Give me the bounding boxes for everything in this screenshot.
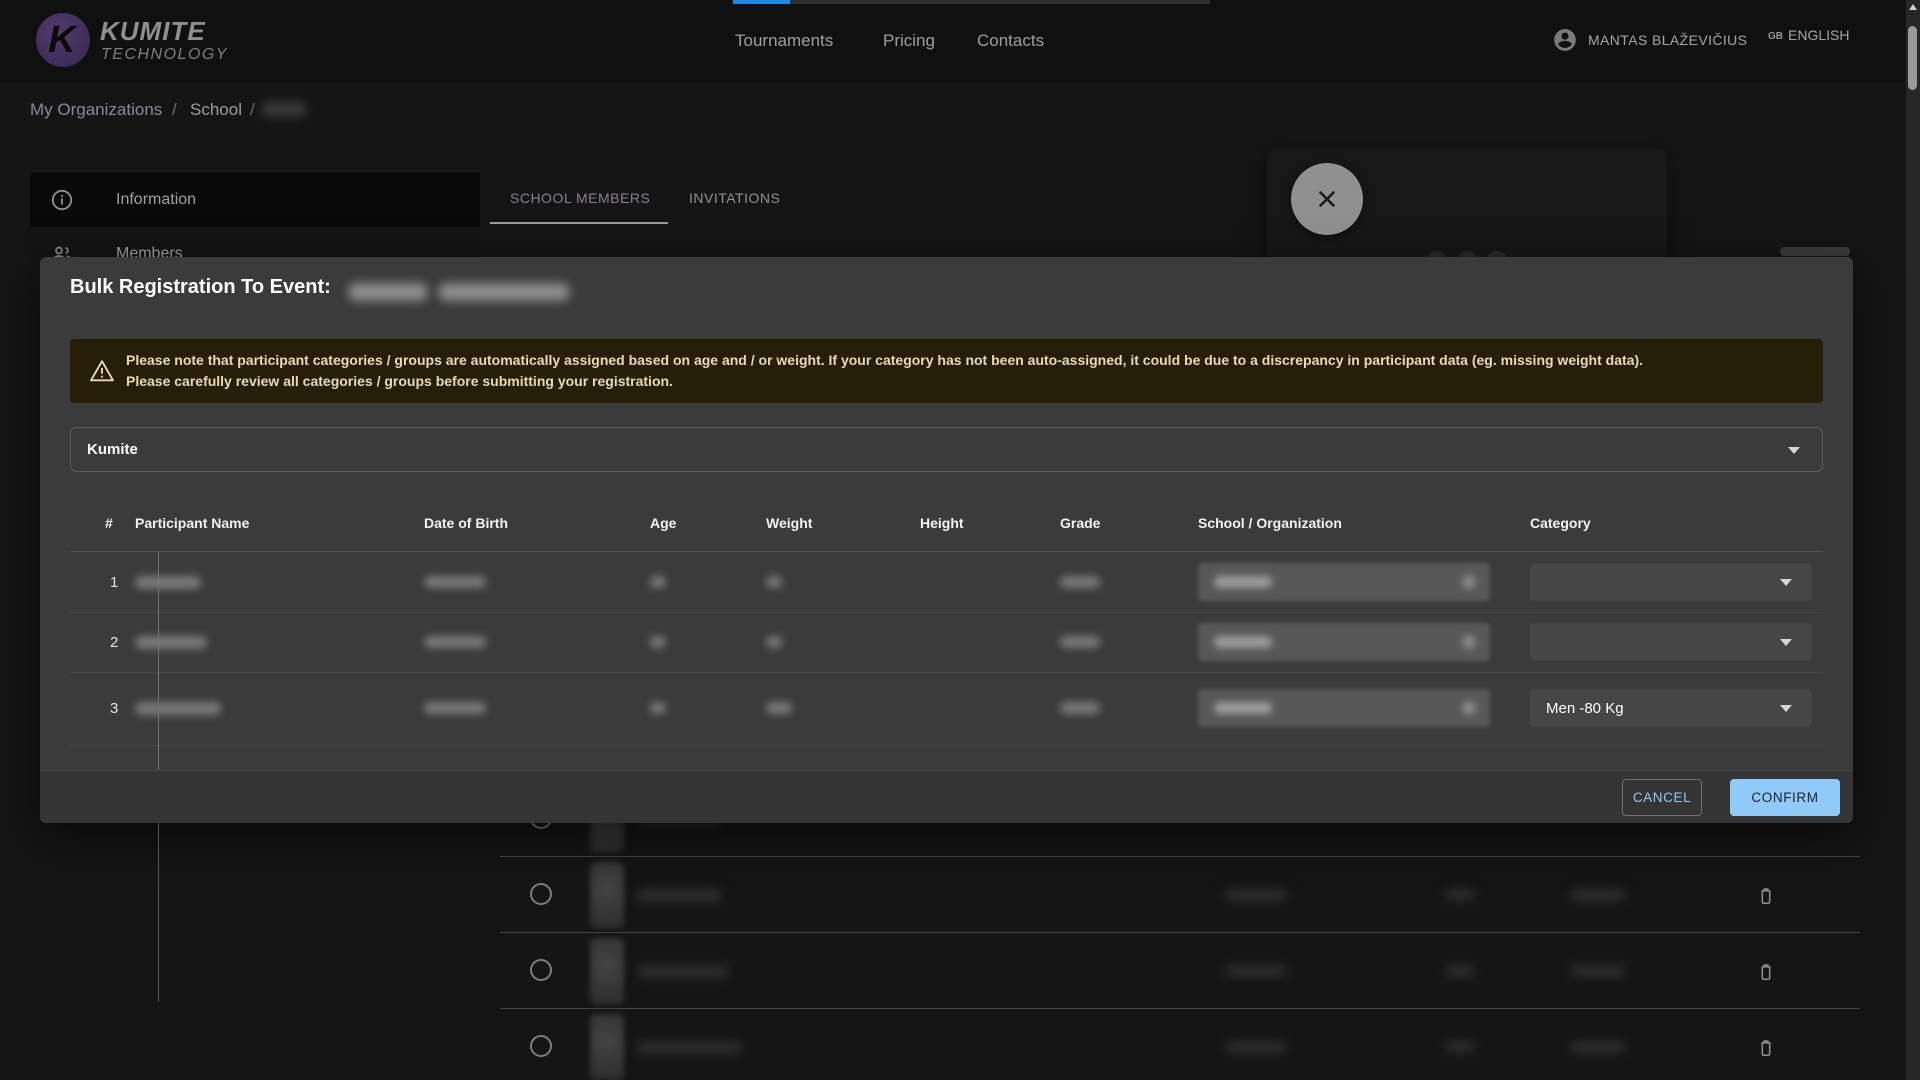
category-select[interactable] bbox=[1530, 563, 1812, 601]
warning-banner: Please note that participant categories … bbox=[70, 339, 1823, 403]
grade-blurred bbox=[1060, 702, 1100, 714]
participant-name-blurred bbox=[135, 636, 207, 649]
school-organization-input[interactable] bbox=[1198, 623, 1490, 661]
event-name-blurred bbox=[438, 283, 570, 301]
grade-blurred bbox=[1060, 636, 1100, 648]
col-header-school: School / Organization bbox=[1198, 515, 1342, 531]
participant-row: 1 bbox=[70, 552, 1823, 612]
app-root: K KUMITE TECHNOLOGY Tournaments Pricing … bbox=[0, 0, 1920, 1080]
col-header-age: Age bbox=[650, 515, 676, 531]
participant-name-blurred bbox=[135, 576, 201, 589]
col-header-category: Category bbox=[1530, 515, 1591, 531]
row-number: 2 bbox=[110, 634, 118, 651]
participant-row: 3 Men -80 Kg bbox=[70, 672, 1823, 745]
bulk-registration-modal: Bulk Registration To Event: Please note … bbox=[40, 257, 1853, 823]
category-select[interactable]: Men -80 Kg bbox=[1530, 689, 1812, 727]
dob-blurred bbox=[424, 576, 486, 588]
chevron-down-icon bbox=[1780, 579, 1792, 586]
category-value: Men -80 Kg bbox=[1546, 700, 1624, 717]
page-progress-fill bbox=[733, 0, 790, 4]
divider bbox=[70, 745, 1823, 746]
grade-blurred bbox=[1060, 576, 1100, 588]
participant-row: 2 bbox=[70, 612, 1823, 672]
col-header-weight: Weight bbox=[766, 515, 812, 531]
confirm-button[interactable]: CONFIRM bbox=[1730, 779, 1840, 816]
category-select[interactable] bbox=[1530, 623, 1812, 661]
event-name-blurred bbox=[348, 283, 428, 301]
modal-title: Bulk Registration To Event: bbox=[70, 276, 331, 299]
school-organization-input[interactable] bbox=[1198, 563, 1490, 601]
col-header-name: Participant Name bbox=[135, 515, 249, 531]
chevron-down-icon bbox=[1780, 639, 1792, 646]
chevron-down-icon bbox=[1788, 447, 1800, 454]
modal-footer: CANCEL CONFIRM bbox=[40, 770, 1853, 823]
participant-name-blurred bbox=[135, 702, 221, 715]
page-scrollbar[interactable] bbox=[1906, 0, 1920, 1080]
weight-blurred bbox=[766, 702, 792, 714]
chevron-down-icon bbox=[1780, 705, 1792, 712]
col-header-num: # bbox=[105, 515, 113, 531]
age-blurred bbox=[650, 636, 666, 648]
col-header-dob: Date of Birth bbox=[424, 515, 508, 531]
warning-line-2: Please carefully review all categories /… bbox=[126, 371, 1643, 392]
discipline-value: Kumite bbox=[87, 441, 138, 458]
dob-blurred bbox=[424, 636, 486, 648]
page-progress-track bbox=[733, 0, 1210, 4]
age-blurred bbox=[650, 702, 666, 714]
row-number: 3 bbox=[110, 700, 118, 717]
discipline-select[interactable]: Kumite bbox=[70, 427, 1823, 472]
warning-line-1: Please note that participant categories … bbox=[126, 350, 1643, 371]
cancel-button[interactable]: CANCEL bbox=[1622, 779, 1702, 816]
scrollbar-thumb[interactable] bbox=[1908, 26, 1917, 90]
dob-blurred bbox=[424, 702, 486, 714]
warning-triangle-icon bbox=[88, 357, 116, 385]
row-number: 1 bbox=[110, 574, 118, 591]
weight-blurred bbox=[766, 576, 782, 588]
age-blurred bbox=[650, 576, 666, 588]
weight-blurred bbox=[766, 636, 782, 648]
col-header-grade: Grade bbox=[1060, 515, 1100, 531]
col-header-height: Height bbox=[920, 515, 964, 531]
scrollbar-up-arrow-icon[interactable] bbox=[1909, 4, 1917, 10]
school-organization-input[interactable] bbox=[1198, 689, 1490, 727]
